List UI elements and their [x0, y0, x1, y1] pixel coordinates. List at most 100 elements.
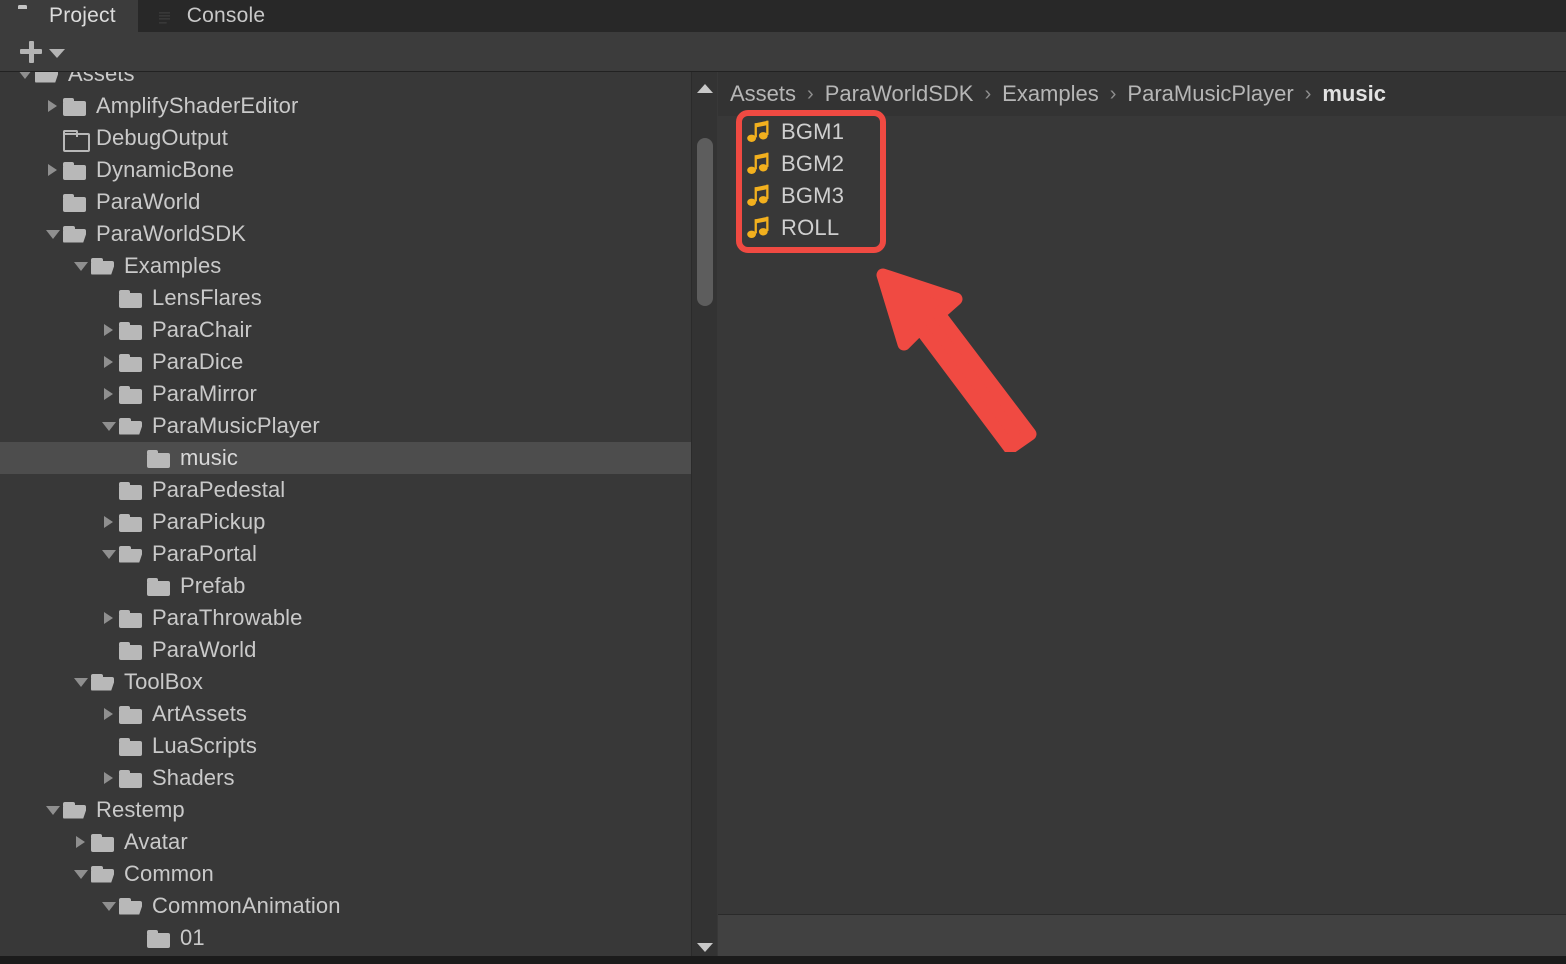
tree-item-label: Common	[124, 861, 214, 886]
asset-item-label: BGM2	[781, 151, 845, 176]
tree-item-dynamicbone[interactable]: DynamicBone	[0, 154, 691, 186]
chevron-down-icon[interactable]	[72, 865, 90, 883]
chevron-right-icon[interactable]	[100, 609, 118, 627]
scroll-down-arrow-icon[interactable]	[696, 943, 713, 952]
breadcrumb: Assets › ParaWorldSDK › Examples › ParaMusicPl…	[718, 72, 1566, 116]
music-note-icon	[746, 184, 772, 208]
chevron-down-icon[interactable]	[44, 801, 62, 819]
chevron-right-icon[interactable]	[100, 353, 118, 371]
tab-project[interactable]: Project	[0, 0, 138, 32]
folder-open-icon	[62, 224, 88, 245]
asset-item-bgm3[interactable]: BGM3	[718, 180, 1566, 212]
chevron-right-icon[interactable]	[100, 705, 118, 723]
scroll-up-arrow-icon[interactable]	[696, 84, 713, 93]
tree-item-shaders[interactable]: Shaders	[0, 762, 691, 794]
folder-open-icon	[90, 864, 116, 885]
chevron-right-icon[interactable]	[100, 513, 118, 531]
tree-item-parathrowable[interactable]: ParaThrowable	[0, 602, 691, 634]
tree-item-label: Prefab	[180, 573, 246, 598]
chevron-right-icon[interactable]	[100, 321, 118, 339]
tree-item-commonanimation[interactable]: CommonAnimation	[0, 890, 691, 922]
folder-icon	[118, 480, 144, 501]
asset-item-roll[interactable]: ROLL	[718, 212, 1566, 244]
tree-item-common[interactable]: Common	[0, 858, 691, 890]
asset-item-bgm1[interactable]: BGM1	[718, 116, 1566, 148]
tree-item-label: ToolBox	[124, 669, 203, 694]
breadcrumb-item-assets[interactable]: Assets	[730, 81, 796, 107]
asset-item-bgm2[interactable]: BGM2	[718, 148, 1566, 180]
tree-item-lensflares[interactable]: LensFlares	[0, 282, 691, 314]
folder-icon	[118, 512, 144, 533]
tab-console[interactable]: Console	[138, 0, 287, 32]
chevron-down-icon	[49, 48, 65, 58]
tree-vertical-scrollbar[interactable]	[691, 72, 717, 964]
chevron-right-icon[interactable]	[44, 97, 62, 115]
chevron-right-icon[interactable]	[72, 833, 90, 851]
tree-item-paramusicplayer[interactable]: ParaMusicPlayer	[0, 410, 691, 442]
chevron-down-icon[interactable]	[72, 257, 90, 275]
tree-item-examples[interactable]: Examples	[0, 250, 691, 282]
chevron-down-icon[interactable]	[100, 417, 118, 435]
tree-item-luascripts[interactable]: LuaScripts	[0, 730, 691, 762]
tree-item-paraworld[interactable]: ParaWorld	[0, 186, 691, 218]
chevron-down-icon[interactable]	[100, 897, 118, 915]
chevron-right-icon[interactable]	[100, 385, 118, 403]
breadcrumb-item-paramusicplayer[interactable]: ParaMusicPlayer	[1127, 81, 1293, 107]
unity-project-window: Project Console Assets AmplifyShaderEdito…	[0, 0, 1566, 964]
tree-item-debugoutput[interactable]: DebugOutput	[0, 122, 691, 154]
folder-icon	[118, 320, 144, 341]
tree-item-paraworldsdk[interactable]: ParaWorldSDK	[0, 218, 691, 250]
tree-item-label: ParaChair	[152, 317, 252, 342]
tree-item-parachair[interactable]: ParaChair	[0, 314, 691, 346]
tree-item-label: ParaWorldSDK	[96, 221, 246, 246]
music-note-icon	[746, 152, 772, 176]
tree-item-avatar[interactable]: Avatar	[0, 826, 691, 858]
tree-item-01[interactable]: 01	[0, 922, 691, 954]
tree-item-label: ParaPedestal	[152, 477, 286, 502]
chevron-down-icon[interactable]	[44, 225, 62, 243]
panel-tab-bar: Project Console	[0, 0, 1566, 32]
tree-item-paradice[interactable]: ParaDice	[0, 346, 691, 378]
folder-icon	[146, 448, 172, 469]
tree-item-label: CommonAnimation	[152, 893, 341, 918]
folder-open-icon	[118, 544, 144, 565]
tree-item-label: Restemp	[96, 797, 185, 822]
tree-item-label: ParaWorld	[96, 189, 201, 214]
scrollbar-thumb[interactable]	[697, 138, 713, 306]
tree-item-label: Examples	[124, 253, 222, 278]
tree-item-label: Shaders	[152, 765, 235, 790]
tree-item-restemp[interactable]: Restemp	[0, 794, 691, 826]
tree-item-label: DebugOutput	[96, 125, 228, 150]
tree-item-paraworld[interactable]: ParaWorld	[0, 634, 691, 666]
folder-tree-pane[interactable]: Assets AmplifyShaderEditor DebugOutput Dyna…	[0, 72, 691, 964]
breadcrumb-item-examples[interactable]: Examples	[1002, 81, 1099, 107]
tree-item-amplifyshadereditor[interactable]: AmplifyShaderEditor	[0, 90, 691, 122]
tab-console-label: Console	[186, 4, 266, 27]
chevron-down-icon[interactable]	[72, 673, 90, 691]
folder-icon	[18, 8, 39, 25]
tree-item-paramirror[interactable]: ParaMirror	[0, 378, 691, 410]
tree-item-parapickup[interactable]: ParaPickup	[0, 506, 691, 538]
chevron-right-icon[interactable]	[100, 769, 118, 787]
tree-item-toolbox[interactable]: ToolBox	[0, 666, 691, 698]
breadcrumb-separator-icon: ›	[984, 82, 992, 105]
music-note-icon	[746, 120, 772, 144]
tree-item-artassets[interactable]: ArtAssets	[0, 698, 691, 730]
chevron-right-icon[interactable]	[44, 161, 62, 179]
tree-item-parapedestal[interactable]: ParaPedestal	[0, 474, 691, 506]
asset-item-label: ROLL	[781, 215, 840, 240]
create-asset-button[interactable]	[14, 38, 71, 66]
tree-item-paraportal[interactable]: ParaPortal	[0, 538, 691, 570]
window-bottom-strip	[0, 956, 1566, 964]
tree-item-prefab[interactable]: Prefab	[0, 570, 691, 602]
chevron-down-icon[interactable]	[100, 545, 118, 563]
tree-item-assets[interactable]: Assets	[0, 72, 691, 90]
asset-file-list[interactable]: BGM1 BGM2 BGM3 ROLL	[718, 116, 1566, 914]
plus-icon	[20, 40, 42, 63]
breadcrumb-item-paraworldsdk[interactable]: ParaWorldSDK	[825, 81, 974, 107]
tree-item-music[interactable]: music	[0, 442, 691, 474]
chevron-down-icon[interactable]	[16, 72, 34, 83]
tree-item-label: DynamicBone	[96, 157, 235, 182]
asset-content-pane: Assets › ParaWorldSDK › Examples › ParaMusicPl…	[718, 72, 1566, 964]
